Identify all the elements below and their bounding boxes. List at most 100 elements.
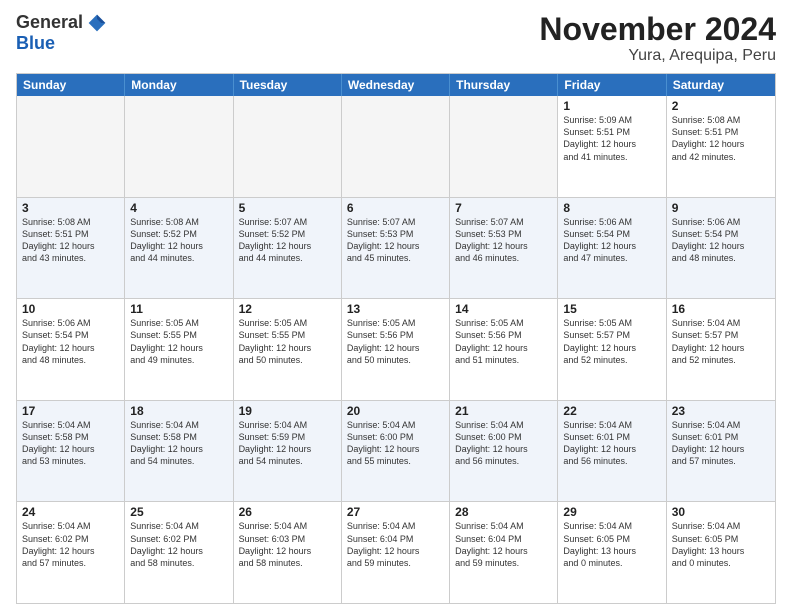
day-number: 5 (239, 201, 336, 215)
day-cell-16: 16Sunrise: 5:04 AMSunset: 5:57 PMDayligh… (667, 299, 775, 400)
cell-info: Sunrise: 5:04 AMSunset: 6:01 PMDaylight:… (563, 419, 660, 468)
cell-info: Sunrise: 5:04 AMSunset: 6:04 PMDaylight:… (347, 520, 444, 569)
page: General Blue November 2024 Yura, Arequip… (0, 0, 792, 612)
calendar-row-4: 24 Sunrise: 5:04 AMSunset: 6:02 PMDayligh… (17, 502, 775, 603)
header-cell-sunday: Sunday (17, 74, 125, 96)
day-cell-27: 27Sunrise: 5:04 AMSunset: 6:04 PMDayligh… (342, 502, 450, 603)
day-cell-2: 2Sunrise: 5:08 AMSunset: 5:51 PMDaylight… (667, 96, 775, 197)
cell-info: Sunrise: 5:06 AMSunset: 5:54 PMDaylight:… (22, 317, 119, 366)
day-number: 10 (22, 302, 119, 316)
cell-info: Sunrise: 5:06 AMSunset: 5:54 PMDaylight:… (672, 216, 770, 265)
cell-info: Sunrise: 5:04 AMSunset: 5:59 PMDaylight:… (239, 419, 336, 468)
cell-info: Sunrise: 5:05 AMSunset: 5:57 PMDaylight:… (563, 317, 660, 366)
day-cell-20: 20Sunrise: 5:04 AMSunset: 6:00 PMDayligh… (342, 401, 450, 502)
day-cell-15: 15Sunrise: 5:05 AMSunset: 5:57 PMDayligh… (558, 299, 666, 400)
empty-cell (234, 96, 342, 197)
cell-info: Sunrise: 5:04 AMSunset: 5:57 PMDaylight:… (672, 317, 770, 366)
cell-info: Sunrise: 5:07 AMSunset: 5:53 PMDaylight:… (347, 216, 444, 265)
day-cell-7: 7Sunrise: 5:07 AMSunset: 5:53 PMDaylight… (450, 198, 558, 299)
day-cell-23: 23Sunrise: 5:04 AMSunset: 6:01 PMDayligh… (667, 401, 775, 502)
day-number: 27 (347, 505, 444, 519)
logo-icon (87, 13, 107, 33)
day-cell-9: 9Sunrise: 5:06 AMSunset: 5:54 PMDaylight… (667, 198, 775, 299)
day-cell-6: 6Sunrise: 5:07 AMSunset: 5:53 PMDaylight… (342, 198, 450, 299)
day-number: 8 (563, 201, 660, 215)
day-number: 17 (22, 404, 119, 418)
day-number: 29 (563, 505, 660, 519)
header-cell-friday: Friday (558, 74, 666, 96)
day-number: 25 (130, 505, 227, 519)
calendar-row-1: 3Sunrise: 5:08 AMSunset: 5:51 PMDaylight… (17, 198, 775, 300)
month-title: November 2024 (539, 12, 776, 47)
day-number: 30 (672, 505, 770, 519)
location-title: Yura, Arequipa, Peru (539, 47, 776, 65)
day-cell-25: 25Sunrise: 5:04 AMSunset: 6:02 PMDayligh… (125, 502, 233, 603)
title-area: November 2024 Yura, Arequipa, Peru (539, 12, 776, 65)
day-number: 21 (455, 404, 552, 418)
header-cell-tuesday: Tuesday (234, 74, 342, 96)
day-number: 6 (347, 201, 444, 215)
day-number: 24 (22, 505, 119, 519)
empty-cell (342, 96, 450, 197)
cell-info: Sunrise: 5:06 AMSunset: 5:54 PMDaylight:… (563, 216, 660, 265)
day-number: 15 (563, 302, 660, 316)
day-cell-14: 14Sunrise: 5:05 AMSunset: 5:56 PMDayligh… (450, 299, 558, 400)
cell-info: Sunrise: 5:04 AMSunset: 5:58 PMDaylight:… (130, 419, 227, 468)
day-number: 2 (672, 99, 770, 113)
day-cell-18: 18Sunrise: 5:04 AMSunset: 5:58 PMDayligh… (125, 401, 233, 502)
day-number: 1 (563, 99, 660, 113)
day-number: 9 (672, 201, 770, 215)
day-cell-29: 29Sunrise: 5:04 AMSunset: 6:05 PMDayligh… (558, 502, 666, 603)
day-number: 4 (130, 201, 227, 215)
cell-info: Sunrise: 5:07 AMSunset: 5:52 PMDaylight:… (239, 216, 336, 265)
calendar-header: SundayMondayTuesdayWednesdayThursdayFrid… (17, 74, 775, 96)
cell-info: Sunrise: 5:04 AMSunset: 6:04 PMDaylight:… (455, 520, 552, 569)
day-cell-4: 4Sunrise: 5:08 AMSunset: 5:52 PMDaylight… (125, 198, 233, 299)
cell-info: Sunrise: 5:05 AMSunset: 5:56 PMDaylight:… (455, 317, 552, 366)
day-cell-30: 30Sunrise: 5:04 AMSunset: 6:05 PMDayligh… (667, 502, 775, 603)
day-number: 7 (455, 201, 552, 215)
header-cell-saturday: Saturday (667, 74, 775, 96)
day-cell-28: 28Sunrise: 5:04 AMSunset: 6:04 PMDayligh… (450, 502, 558, 603)
day-cell-13: 13Sunrise: 5:05 AMSunset: 5:56 PMDayligh… (342, 299, 450, 400)
day-number: 12 (239, 302, 336, 316)
cell-info: Sunrise: 5:05 AMSunset: 5:55 PMDaylight:… (130, 317, 227, 366)
day-cell-12: 12Sunrise: 5:05 AMSunset: 5:55 PMDayligh… (234, 299, 342, 400)
cell-info: Sunrise: 5:05 AMSunset: 5:55 PMDaylight:… (239, 317, 336, 366)
day-cell-19: 19Sunrise: 5:04 AMSunset: 5:59 PMDayligh… (234, 401, 342, 502)
logo-general: General (16, 12, 83, 33)
cell-info: Sunrise: 5:04 AMSunset: 6:00 PMDaylight:… (347, 419, 444, 468)
day-number: 22 (563, 404, 660, 418)
empty-cell (450, 96, 558, 197)
day-cell-1: 1Sunrise: 5:09 AMSunset: 5:51 PMDaylight… (558, 96, 666, 197)
empty-cell (17, 96, 125, 197)
day-cell-17: 17Sunrise: 5:04 AMSunset: 5:58 PMDayligh… (17, 401, 125, 502)
logo-blue: Blue (16, 33, 55, 54)
calendar-row-3: 17Sunrise: 5:04 AMSunset: 5:58 PMDayligh… (17, 401, 775, 503)
calendar: SundayMondayTuesdayWednesdayThursdayFrid… (16, 73, 776, 604)
cell-info: Sunrise: 5:04 AMSunset: 5:58 PMDaylight:… (22, 419, 119, 468)
cell-info: Sunrise: 5:04 AMSunset: 6:02 PMDaylight:… (130, 520, 227, 569)
day-number: 26 (239, 505, 336, 519)
cell-info: Sunrise: 5:04 AMSunset: 6:03 PMDaylight:… (239, 520, 336, 569)
header-cell-monday: Monday (125, 74, 233, 96)
day-number: 16 (672, 302, 770, 316)
day-cell-21: 21Sunrise: 5:04 AMSunset: 6:00 PMDayligh… (450, 401, 558, 502)
cell-info: Sunrise: 5:04 AMSunset: 6:01 PMDaylight:… (672, 419, 770, 468)
cell-info: Sunrise: 5:08 AMSunset: 5:51 PMDaylight:… (672, 114, 770, 163)
day-cell-5: 5Sunrise: 5:07 AMSunset: 5:52 PMDaylight… (234, 198, 342, 299)
logo-area: General Blue (16, 12, 107, 54)
logo-text: General (16, 12, 107, 33)
calendar-row-2: 10Sunrise: 5:06 AMSunset: 5:54 PMDayligh… (17, 299, 775, 401)
cell-info: Sunrise: 5:09 AMSunset: 5:51 PMDaylight:… (563, 114, 660, 163)
day-number: 28 (455, 505, 552, 519)
day-number: 23 (672, 404, 770, 418)
cell-info: Sunrise: 5:04 AMSunset: 6:05 PMDaylight:… (563, 520, 660, 569)
cell-info: Sunrise: 5:05 AMSunset: 5:56 PMDaylight:… (347, 317, 444, 366)
cell-info: Sunrise: 5:04 AMSunset: 6:00 PMDaylight:… (455, 419, 552, 468)
day-number: 19 (239, 404, 336, 418)
day-number: 13 (347, 302, 444, 316)
day-number: 20 (347, 404, 444, 418)
day-cell-24: 24Sunrise: 5:04 AMSunset: 6:02 PMDayligh… (17, 502, 125, 603)
day-cell-22: 22Sunrise: 5:04 AMSunset: 6:01 PMDayligh… (558, 401, 666, 502)
